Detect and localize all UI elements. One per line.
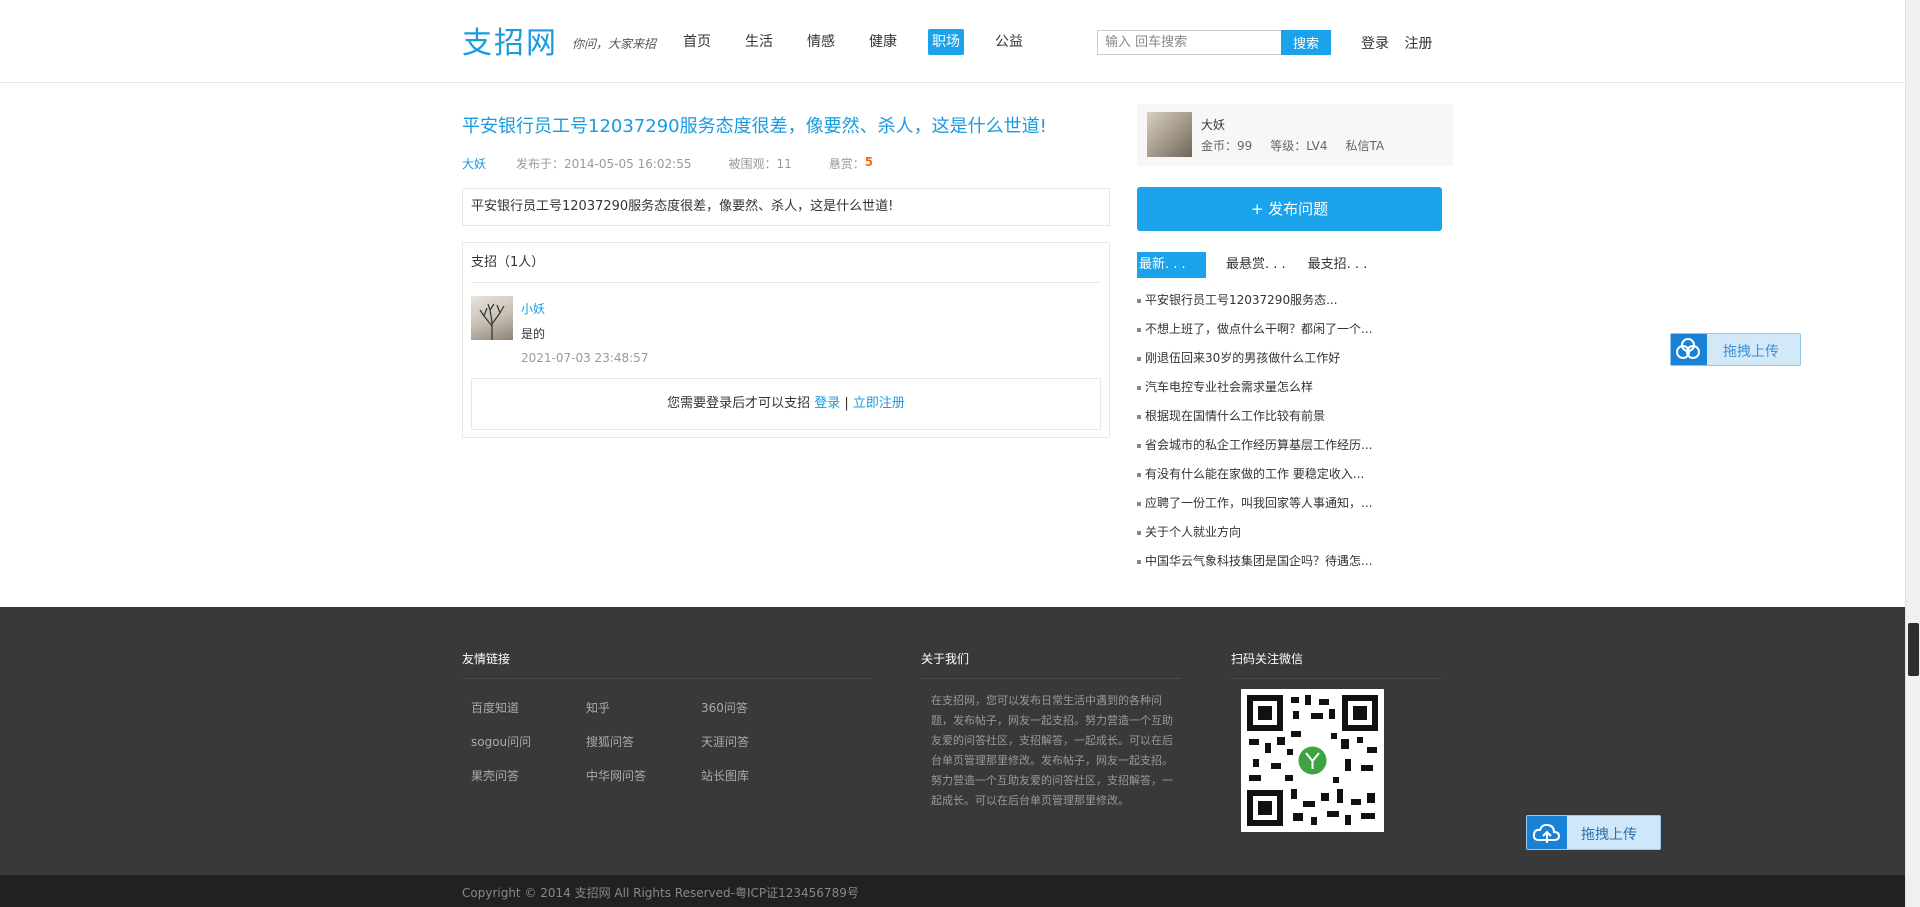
user-coins: 金币：99: [1201, 139, 1253, 153]
avatar[interactable]: [471, 296, 513, 340]
nav-charity[interactable]: 公益: [992, 29, 1026, 55]
list-item[interactable]: 刚退伍回来30岁的男孩做什么工作好: [1137, 349, 1372, 378]
answers-panel: 支招（1人） 小妖 是的 2021-07-03 23:48:57 您需要登录后才…: [462, 242, 1110, 438]
user-card: 大妖 金币：99 等级：LV4 私信TA: [1137, 104, 1453, 166]
publish-time: 发布于：2014-05-05 16:02:55: [516, 157, 692, 171]
footer-link[interactable]: 知乎: [586, 699, 610, 716]
nav-emotion[interactable]: 情感: [804, 29, 838, 55]
list-item[interactable]: 省会城市的私企工作经历算基层工作经历...: [1137, 436, 1372, 465]
login-link[interactable]: 登录: [1361, 36, 1389, 52]
footer-link[interactable]: 站长图库: [701, 767, 749, 784]
question-title: 平安银行员工号12037290服务态度很差，像要然、杀人，这是什么世道!: [462, 116, 1047, 137]
nav-home[interactable]: 首页: [680, 29, 714, 55]
copyright-text: Copyright © 2014 支招网 All Rights Reserved…: [462, 886, 859, 900]
divider: [1231, 678, 1441, 679]
tab-top-reward[interactable]: 最悬赏. . .: [1224, 252, 1288, 278]
footer-link[interactable]: 搜狐问答: [586, 733, 634, 750]
list-item[interactable]: 有没有什么能在家做的工作 要稳定收入...: [1137, 465, 1372, 494]
prompt-register-link[interactable]: 立即注册: [853, 396, 905, 411]
answer-user[interactable]: 小妖: [521, 300, 545, 317]
footer-link[interactable]: sogou问问: [471, 733, 531, 750]
search-bar: 搜索: [1097, 30, 1331, 55]
friend-links-title: 友情链接: [462, 652, 511, 666]
upload-label: 拖拽上传: [1723, 344, 1779, 360]
answers-header: 支招（1人）: [471, 243, 1101, 283]
avatar[interactable]: [1147, 112, 1192, 157]
tab-latest[interactable]: 最新. . .: [1137, 252, 1206, 278]
prompt-separator: |: [844, 396, 849, 411]
site-slogan: 你问，大家来招: [572, 37, 657, 51]
reward-value: 5: [864, 155, 874, 169]
user-name[interactable]: 大妖: [1201, 116, 1225, 133]
auth-links: 登录 注册: [1361, 33, 1443, 53]
wechat-title: 扫码关注微信: [1231, 652, 1304, 666]
message-user-link[interactable]: 私信TA: [1346, 137, 1385, 154]
upload-label: 拖拽上传: [1581, 827, 1637, 843]
list-item[interactable]: 根据现在国情什么工作比较有前景: [1137, 407, 1372, 436]
view-count: 被围观：11: [728, 157, 792, 171]
user-stats: 金币：99 等级：LV4 私信TA: [1201, 137, 1402, 154]
footer-link[interactable]: 果壳问答: [471, 767, 519, 784]
list-item[interactable]: 关于个人就业方向: [1137, 523, 1372, 552]
list-item[interactable]: 不想上班了，做点什么干啊？都闲了一个...: [1137, 320, 1372, 349]
prompt-login-link[interactable]: 登录: [814, 396, 840, 411]
tab-most-answers[interactable]: 最支招. . .: [1306, 252, 1370, 278]
register-link[interactable]: 注册: [1404, 36, 1432, 52]
about-text: 在支招网，您可以发布日常生活中遇到的各种问题，发布帖子，网友一起支招。努力营造一…: [931, 694, 1173, 807]
latest-questions-list: 平安银行员工号12037290服务态... 不想上班了，做点什么干啊？都闲了一个…: [1137, 291, 1372, 581]
main-nav: 首页 生活 情感 健康 职场 公益: [680, 29, 1054, 55]
login-prompt: 您需要登录后才可以支招 登录 | 立即注册: [471, 378, 1101, 430]
nav-health[interactable]: 健康: [866, 29, 900, 55]
cloud-icon: [1671, 334, 1707, 365]
sidebar-tabs: 最新. . . 最悬赏. . . 最支招. . .: [1137, 252, 1387, 278]
footer-link[interactable]: 百度知道: [471, 699, 519, 716]
copyright-bar: Copyright © 2014 支招网 All Rights Reserved…: [0, 875, 1905, 907]
nav-workplace[interactable]: 职场: [928, 29, 964, 55]
list-item[interactable]: 中国华云气象科技集团是国企吗？待遇怎...: [1137, 552, 1372, 581]
list-item[interactable]: 平安银行员工号12037290服务态...: [1137, 291, 1372, 320]
question-body: 平安银行员工号12037290服务态度很差，像要然、杀人，这是什么世道!: [462, 188, 1110, 226]
search-input[interactable]: [1097, 30, 1281, 55]
tree-image-icon: [479, 303, 505, 340]
question-meta: 大妖 发布于：2014-05-05 16:02:55 被围观：11 悬赏： 5: [462, 155, 873, 172]
reward-label: 悬赏：: [828, 157, 865, 171]
user-level: 等级：LV4: [1270, 139, 1328, 153]
post-question-button[interactable]: + 发布问题: [1137, 187, 1442, 231]
scrollbar-thumb[interactable]: [1908, 623, 1919, 676]
about-title: 关于我们: [921, 652, 970, 666]
drag-upload-widget[interactable]: 拖拽上传: [1670, 333, 1801, 366]
footer-link[interactable]: 中华网问答: [586, 767, 646, 784]
cloud-upload-icon: [1527, 816, 1567, 849]
footer-link[interactable]: 360问答: [701, 699, 748, 716]
list-item[interactable]: 应聘了一份工作，叫我回家等人事通知，...: [1137, 494, 1372, 523]
nav-life[interactable]: 生活: [742, 29, 776, 55]
site-header: 支招网 你问，大家来招 首页 生活 情感 健康 职场 公益 搜索 登录 注册: [0, 0, 1905, 83]
divider: [462, 678, 872, 679]
answer-time: 2021-07-03 23:48:57: [521, 351, 649, 365]
search-button[interactable]: 搜索: [1281, 30, 1331, 55]
wechat-qr-code: [1241, 689, 1384, 832]
site-logo[interactable]: 支招网: [462, 18, 558, 62]
footer-link[interactable]: 天涯问答: [701, 733, 749, 750]
list-item[interactable]: 汽车电控专业社会需求量怎么样: [1137, 378, 1372, 407]
drag-upload-widget[interactable]: 拖拽上传: [1526, 815, 1661, 850]
answer-text: 是的: [521, 327, 546, 341]
page-scrollbar[interactable]: [1905, 0, 1920, 907]
divider: [921, 678, 1181, 679]
question-author[interactable]: 大妖: [462, 155, 486, 172]
login-prompt-text: 您需要登录后才可以支招: [667, 396, 811, 411]
